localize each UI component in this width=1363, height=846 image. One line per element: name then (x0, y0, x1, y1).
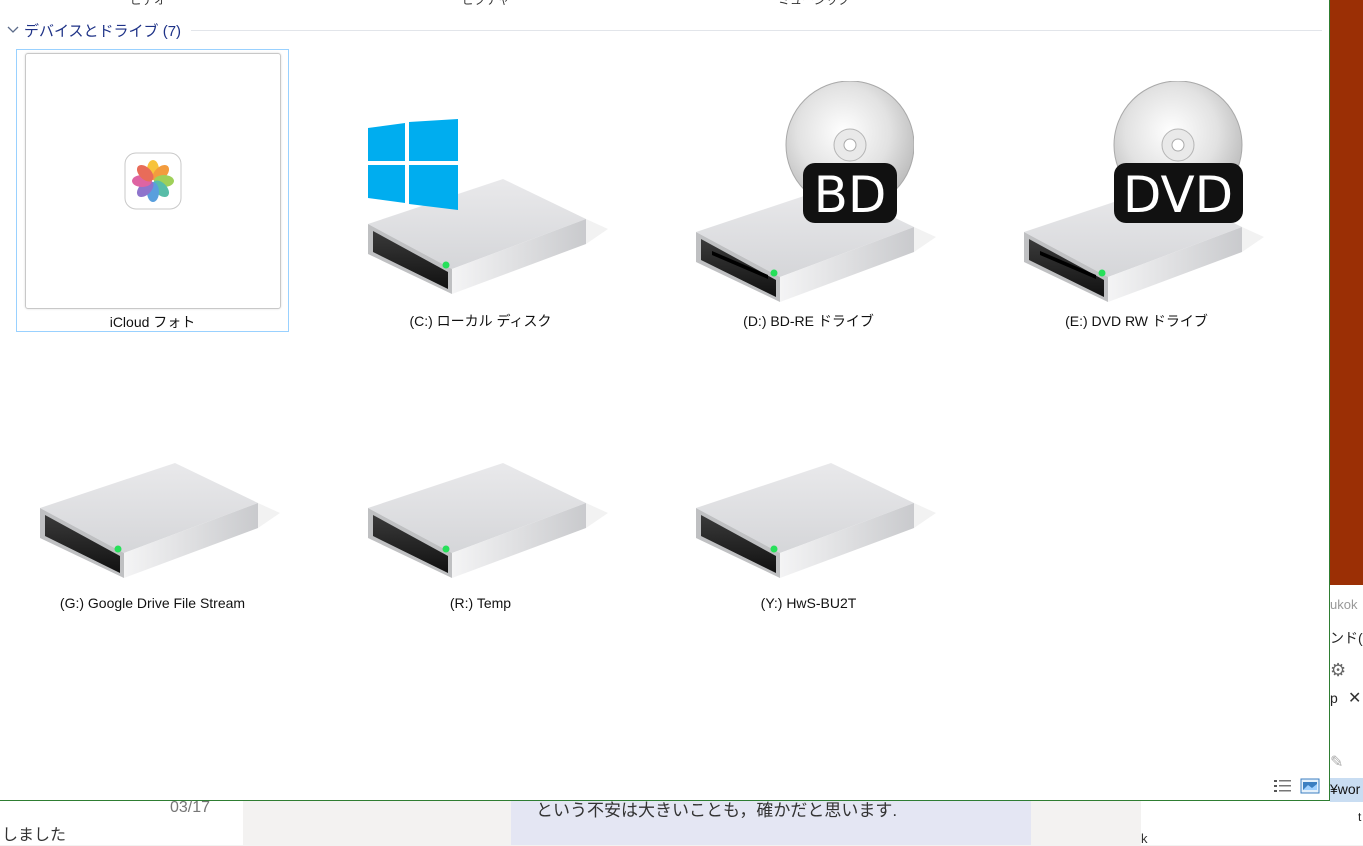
hard-drive-icon (368, 463, 608, 578)
drive-label: (D:) BD-RE ドライブ (743, 313, 874, 329)
background-panel (1031, 801, 1141, 845)
edit-icon: ✎ (1330, 754, 1344, 771)
background-app-char: t (1358, 810, 1362, 824)
drive-label: (G:) Google Drive File Stream (59, 595, 246, 611)
disc-icon: BD (785, 81, 914, 224)
drive-tile-d[interactable]: BD (D:) BD-RE ドライブ (672, 49, 945, 332)
background-panel (243, 801, 511, 845)
group-divider (191, 29, 1322, 31)
thumbnail-frame (25, 53, 281, 309)
large-icons-view-icon[interactable] (1300, 778, 1320, 794)
background-date: 03/17 (170, 799, 211, 816)
close-icon: ✕ (1348, 690, 1362, 707)
background-app-path-bar: ¥wor (1330, 778, 1363, 802)
hard-drive-icon (40, 463, 280, 578)
drive-tile-y[interactable]: (Y:) HwS-BU2T (672, 333, 945, 616)
drive-label: (R:) Temp (449, 595, 512, 611)
background-char: k (1141, 831, 1148, 846)
file-explorer-window: ビデオ ピクチャ ミュージック デバイスとドライブ (7) iCloud フォト… (0, 0, 1330, 801)
drive-tile-c[interactable]: (C:) ローカル ディスク (344, 49, 617, 332)
windows-logo-icon (368, 119, 458, 210)
drive-tile-g[interactable]: (G:) Google Drive File Stream (16, 333, 289, 616)
background-status-text: しました (2, 827, 67, 844)
devices-group-header[interactable]: デバイスとドライブ (7) (6, 19, 1322, 41)
background-app-text: ukok (1330, 597, 1358, 612)
group-title: デバイスとドライブ (7) (24, 22, 182, 40)
background-app-menu: ンド(C (1330, 630, 1363, 646)
drive-tile-icloud-photos[interactable]: iCloud フォト (16, 49, 289, 332)
quick-access-label-music[interactable]: ミュージック (778, 0, 850, 8)
background-app-accent (1330, 0, 1363, 585)
drive-label: (Y:) HwS-BU2T (760, 595, 857, 611)
background-message-text: という不安は大きいことも，確かだと思います. (536, 801, 898, 820)
quick-access-label-videos[interactable]: ビデオ (130, 0, 166, 8)
background-document-area: 03/17 しました という不安は大きいことも，確かだと思います. k (0, 799, 1330, 846)
background-app-tab: p (1330, 690, 1338, 706)
drive-label: (C:) ローカル ディスク (409, 313, 552, 329)
details-view-icon[interactable] (1273, 778, 1293, 794)
chevron-down-icon[interactable] (6, 23, 20, 37)
drive-label: iCloud フォト (109, 314, 196, 330)
drive-tile-r[interactable]: (R:) Temp (344, 333, 617, 616)
hard-drive-icon (696, 463, 936, 578)
drive-label: (E:) DVD RW ドライブ (1065, 313, 1208, 329)
background-app-path: ¥wor (1330, 781, 1361, 797)
bd-badge-text: BD (814, 166, 887, 224)
quick-access-label-pictures[interactable]: ピクチャ (462, 0, 510, 8)
disc-icon: DVD (1113, 81, 1243, 224)
background-app-window: ukok ンド(C ⚙ p ✕ ✎ ¥wor t (1330, 0, 1363, 845)
dvd-badge-text: DVD (1123, 166, 1233, 224)
drive-tile-e[interactable]: DVD (E:) DVD RW ドライブ (1000, 49, 1273, 332)
gear-icon: ⚙ (1330, 660, 1347, 680)
icloud-photos-icon (124, 152, 182, 210)
